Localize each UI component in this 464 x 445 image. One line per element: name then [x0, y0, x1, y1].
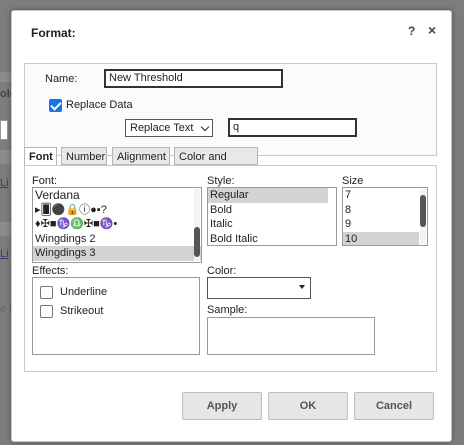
tab-number[interactable]: Number [61, 147, 107, 165]
font-tab-panel: Font: Verdana ▸🂠⚫🔒ⓘ●▪? ♦✠■♑♎✠■♑• Wingdin… [24, 165, 437, 372]
underline-checkbox[interactable] [40, 286, 53, 299]
effects-label: Effects: [32, 265, 69, 277]
tab-font[interactable]: Font [24, 147, 57, 166]
scroll-thumb[interactable] [420, 195, 426, 227]
scroll-thumb[interactable] [194, 227, 200, 257]
replace-data-label: Replace Data [66, 99, 133, 111]
color-dropdown[interactable] [207, 277, 311, 299]
font-list[interactable]: Verdana ▸🂠⚫🔒ⓘ●▪? ♦✠■♑♎✠■♑• Wingdings 2 W… [32, 187, 202, 263]
style-option[interactable]: Bold [208, 203, 336, 218]
font-option[interactable]: ♦✠■♑♎✠■♑• [33, 217, 201, 232]
size-option[interactable]: 9 [343, 217, 427, 232]
sample-label: Sample: [207, 304, 248, 316]
size-label: Size [342, 175, 364, 187]
style-option-selected[interactable]: Regular [208, 188, 328, 203]
style-option[interactable]: Italic [208, 217, 336, 232]
strikeout-label: Strikeout [60, 305, 104, 317]
dialog-title: Format: [31, 26, 76, 40]
size-option[interactable]: 7 [343, 188, 427, 203]
background-link: Li [0, 248, 9, 260]
font-option[interactable]: Verdana [33, 188, 201, 203]
font-label: Font: [32, 175, 58, 187]
style-label: Style: [207, 175, 235, 187]
name-field[interactable]: New Threshold [104, 69, 283, 88]
size-option[interactable]: 8 [343, 203, 427, 218]
underline-label: Underline [60, 286, 108, 298]
font-option[interactable]: ▸🂠⚫🔒ⓘ●▪? [33, 203, 201, 218]
replace-mode-select[interactable]: Replace Text [125, 119, 213, 137]
strikeout-checkbox[interactable] [40, 305, 53, 318]
style-list[interactable]: Regular Bold Italic Bold Italic [207, 187, 337, 246]
chevron-down-icon [200, 122, 210, 132]
apply-button[interactable]: Apply [182, 392, 262, 420]
ok-button[interactable]: OK [268, 392, 348, 420]
style-option[interactable]: Bold Italic [208, 232, 336, 246]
name-label: Name: [45, 73, 78, 85]
size-list[interactable]: 7 8 9 10 [342, 187, 428, 246]
close-icon[interactable]: × [428, 22, 436, 38]
color-label: Color: [207, 265, 237, 277]
help-icon[interactable]: ? [408, 24, 415, 38]
tab-color-and-lines[interactable]: Color and Lines [174, 147, 258, 181]
format-dialog: Format: ? × Name: New Threshold Replace … [11, 10, 452, 442]
dialog-titlebar: Format: ? × [12, 11, 451, 53]
effects-group: Underline Strikeout [32, 277, 200, 355]
background-input [0, 120, 8, 140]
sample-preview [207, 317, 375, 355]
dropdown-arrow-icon [299, 285, 305, 289]
replace-data-checkbox[interactable] [49, 99, 62, 112]
threshold-settings: Name: New Threshold Replace Data Replace… [24, 63, 437, 156]
replace-mode-value: Replace Text [130, 122, 194, 134]
replace-value-field[interactable]: q [228, 118, 357, 137]
font-option-selected[interactable]: Wingdings 3 [33, 246, 201, 261]
size-list-scrollbar[interactable] [420, 189, 426, 244]
background-link: Li [0, 177, 9, 189]
size-option-selected[interactable]: 10 [343, 231, 419, 245]
tab-alignment[interactable]: Alignment [112, 147, 170, 165]
font-list-scrollbar[interactable] [194, 189, 200, 261]
font-option[interactable]: Wingdings 2 [33, 232, 201, 247]
cancel-button[interactable]: Cancel [354, 392, 434, 420]
